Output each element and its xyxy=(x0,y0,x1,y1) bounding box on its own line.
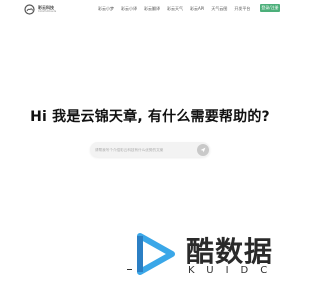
nav-item-translate[interactable]: 彩云翻译 xyxy=(144,6,160,12)
search-bar xyxy=(90,142,210,157)
watermark: 酷数据 KUIDC xyxy=(130,228,280,288)
login-button[interactable]: 登录/注册 xyxy=(260,4,280,12)
page-title: Hi 我是云锦天章, 有什么需要帮助的? xyxy=(30,109,270,125)
send-icon xyxy=(200,147,206,152)
play-logo-icon xyxy=(137,233,175,275)
cloud-logo-icon xyxy=(24,4,35,15)
nav-item-weather[interactable]: 彩云天气 xyxy=(167,6,183,12)
logo-text: 彩云科技 ColorfulClouds xyxy=(38,5,57,14)
page: 彩云科技 ColorfulClouds 彩云小梦 彩云小译 彩云翻译 彩云天气 … xyxy=(0,0,300,300)
watermark-title: 酷数据 xyxy=(186,235,274,268)
logo[interactable]: 彩云科技 ColorfulClouds xyxy=(24,4,56,15)
logo-subtitle: ColorfulClouds xyxy=(38,9,57,13)
search-input[interactable] xyxy=(95,142,195,157)
top-bar: 彩云科技 ColorfulClouds 彩云小梦 彩云小译 彩云翻译 彩云天气 … xyxy=(0,0,300,20)
nav-item-xiaoyi[interactable]: 彩云小译 xyxy=(121,6,137,12)
nav-item-dev-platform[interactable]: 开发平台 xyxy=(234,6,250,12)
nav-item-cloud-map[interactable]: 天气云图 xyxy=(211,6,227,12)
main-nav: 彩云小梦 彩云小译 彩云翻译 彩云天气 彩云API 天气云图 开发平台 xyxy=(98,6,257,12)
watermark-subtitle: KUIDC xyxy=(188,265,280,276)
nav-item-api[interactable]: 彩云API xyxy=(190,6,204,12)
nav-item-xiaomeng[interactable]: 彩云小梦 xyxy=(98,6,114,12)
send-button[interactable] xyxy=(197,143,209,156)
